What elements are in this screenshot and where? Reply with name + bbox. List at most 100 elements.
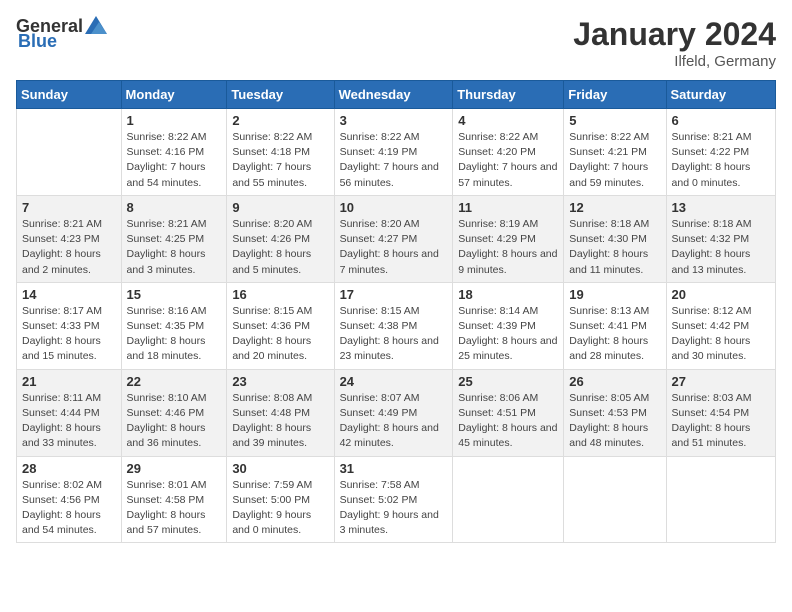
day-info: Sunrise: 8:19 AM Sunset: 4:29 PM Dayligh… xyxy=(458,217,558,278)
header-day-tuesday: Tuesday xyxy=(227,81,334,109)
day-number: 18 xyxy=(458,287,558,302)
day-info: Sunrise: 8:22 AM Sunset: 4:18 PM Dayligh… xyxy=(232,130,328,191)
day-info: Sunrise: 8:15 AM Sunset: 4:36 PM Dayligh… xyxy=(232,304,328,365)
day-info: Sunrise: 7:59 AM Sunset: 5:00 PM Dayligh… xyxy=(232,478,328,539)
day-number: 25 xyxy=(458,374,558,389)
day-info: Sunrise: 8:18 AM Sunset: 4:32 PM Dayligh… xyxy=(672,217,770,278)
header-day-sunday: Sunday xyxy=(17,81,122,109)
calendar-cell: 8 Sunrise: 8:21 AM Sunset: 4:25 PM Daylig… xyxy=(121,195,227,282)
calendar-week-row: 14 Sunrise: 8:17 AM Sunset: 4:33 PM Dayli… xyxy=(17,282,776,369)
calendar-cell: 19 Sunrise: 8:13 AM Sunset: 4:41 PM Dayli… xyxy=(564,282,666,369)
calendar-cell: 4 Sunrise: 8:22 AM Sunset: 4:20 PM Daylig… xyxy=(453,109,564,196)
header-day-thursday: Thursday xyxy=(453,81,564,109)
day-number: 5 xyxy=(569,113,660,128)
calendar-cell xyxy=(17,109,122,196)
day-info: Sunrise: 8:21 AM Sunset: 4:23 PM Dayligh… xyxy=(22,217,116,278)
day-number: 21 xyxy=(22,374,116,389)
day-number: 15 xyxy=(127,287,222,302)
calendar-table: SundayMondayTuesdayWednesdayThursdayFrid… xyxy=(16,80,776,543)
location-title: Ilfeld, Germany xyxy=(573,53,776,70)
calendar-cell: 15 Sunrise: 8:16 AM Sunset: 4:35 PM Dayli… xyxy=(121,282,227,369)
calendar-cell: 23Sunrise: 8:08 AM Sunset: 4:48 PM Dayli… xyxy=(227,369,334,456)
day-info: Sunrise: 8:02 AM Sunset: 4:56 PM Dayligh… xyxy=(22,478,116,539)
page-header: General Blue January 2024 Ilfeld, German… xyxy=(16,16,776,70)
day-info: Sunrise: 8:12 AM Sunset: 4:42 PM Dayligh… xyxy=(672,304,770,365)
calendar-cell: 28 Sunrise: 8:02 AM Sunset: 4:56 PM Dayli… xyxy=(17,456,122,543)
calendar-cell: 20Sunrise: 8:12 AM Sunset: 4:42 PM Dayli… xyxy=(666,282,775,369)
calendar-week-row: 21Sunrise: 8:11 AM Sunset: 4:44 PM Dayli… xyxy=(17,369,776,456)
day-info: Sunrise: 8:20 AM Sunset: 4:27 PM Dayligh… xyxy=(340,217,448,278)
calendar-cell: 13 Sunrise: 8:18 AM Sunset: 4:32 PM Dayli… xyxy=(666,195,775,282)
day-number: 31 xyxy=(340,461,448,476)
calendar-cell: 7Sunrise: 8:21 AM Sunset: 4:23 PM Daylig… xyxy=(17,195,122,282)
day-number: 22 xyxy=(127,374,222,389)
day-number: 28 xyxy=(22,461,116,476)
day-info: Sunrise: 8:22 AM Sunset: 4:19 PM Dayligh… xyxy=(340,130,448,191)
calendar-cell: 25 Sunrise: 8:06 AM Sunset: 4:51 PM Dayli… xyxy=(453,369,564,456)
day-info: Sunrise: 8:16 AM Sunset: 4:35 PM Dayligh… xyxy=(127,304,222,365)
header-day-wednesday: Wednesday xyxy=(334,81,453,109)
calendar-cell: 26Sunrise: 8:05 AM Sunset: 4:53 PM Dayli… xyxy=(564,369,666,456)
day-info: Sunrise: 8:20 AM Sunset: 4:26 PM Dayligh… xyxy=(232,217,328,278)
calendar-cell: 5 Sunrise: 8:22 AM Sunset: 4:21 PM Daylig… xyxy=(564,109,666,196)
calendar-cell: 16 Sunrise: 8:15 AM Sunset: 4:36 PM Dayli… xyxy=(227,282,334,369)
calendar-cell: 29Sunrise: 8:01 AM Sunset: 4:58 PM Dayli… xyxy=(121,456,227,543)
calendar-cell: 11 Sunrise: 8:19 AM Sunset: 4:29 PM Dayli… xyxy=(453,195,564,282)
header-day-saturday: Saturday xyxy=(666,81,775,109)
day-number: 30 xyxy=(232,461,328,476)
day-info: Sunrise: 8:22 AM Sunset: 4:20 PM Dayligh… xyxy=(458,130,558,191)
calendar-cell xyxy=(564,456,666,543)
logo-icon xyxy=(85,16,107,34)
day-info: Sunrise: 8:21 AM Sunset: 4:22 PM Dayligh… xyxy=(672,130,770,191)
day-number: 1 xyxy=(127,113,222,128)
calendar-cell: 31 Sunrise: 7:58 AM Sunset: 5:02 PM Dayli… xyxy=(334,456,453,543)
calendar-week-row: 7Sunrise: 8:21 AM Sunset: 4:23 PM Daylig… xyxy=(17,195,776,282)
day-info: Sunrise: 8:01 AM Sunset: 4:58 PM Dayligh… xyxy=(127,478,222,539)
calendar-cell: 6 Sunrise: 8:21 AM Sunset: 4:22 PM Daylig… xyxy=(666,109,775,196)
day-info: Sunrise: 8:22 AM Sunset: 4:21 PM Dayligh… xyxy=(569,130,660,191)
calendar-cell: 27Sunrise: 8:03 AM Sunset: 4:54 PM Dayli… xyxy=(666,369,775,456)
day-info: Sunrise: 8:10 AM Sunset: 4:46 PM Dayligh… xyxy=(127,391,222,452)
day-number: 16 xyxy=(232,287,328,302)
calendar-cell xyxy=(453,456,564,543)
day-number: 3 xyxy=(340,113,448,128)
day-number: 11 xyxy=(458,200,558,215)
month-title: January 2024 xyxy=(573,16,776,53)
day-number: 23 xyxy=(232,374,328,389)
day-number: 8 xyxy=(127,200,222,215)
day-number: 19 xyxy=(569,287,660,302)
day-number: 14 xyxy=(22,287,116,302)
day-info: Sunrise: 8:21 AM Sunset: 4:25 PM Dayligh… xyxy=(127,217,222,278)
calendar-cell: 12 Sunrise: 8:18 AM Sunset: 4:30 PM Dayli… xyxy=(564,195,666,282)
logo: General Blue xyxy=(16,16,107,52)
title-block: January 2024 Ilfeld, Germany xyxy=(573,16,776,70)
day-number: 10 xyxy=(340,200,448,215)
day-number: 6 xyxy=(672,113,770,128)
day-info: Sunrise: 8:22 AM Sunset: 4:16 PM Dayligh… xyxy=(127,130,222,191)
calendar-week-row: 28 Sunrise: 8:02 AM Sunset: 4:56 PM Dayli… xyxy=(17,456,776,543)
calendar-cell: 14 Sunrise: 8:17 AM Sunset: 4:33 PM Dayli… xyxy=(17,282,122,369)
calendar-cell: 3 Sunrise: 8:22 AM Sunset: 4:19 PM Daylig… xyxy=(334,109,453,196)
day-number: 27 xyxy=(672,374,770,389)
day-number: 12 xyxy=(569,200,660,215)
calendar-cell: 18 Sunrise: 8:14 AM Sunset: 4:39 PM Dayli… xyxy=(453,282,564,369)
day-number: 9 xyxy=(232,200,328,215)
day-info: Sunrise: 8:13 AM Sunset: 4:41 PM Dayligh… xyxy=(569,304,660,365)
day-number: 4 xyxy=(458,113,558,128)
day-info: Sunrise: 8:06 AM Sunset: 4:51 PM Dayligh… xyxy=(458,391,558,452)
day-info: Sunrise: 8:17 AM Sunset: 4:33 PM Dayligh… xyxy=(22,304,116,365)
header-day-monday: Monday xyxy=(121,81,227,109)
day-info: Sunrise: 8:15 AM Sunset: 4:38 PM Dayligh… xyxy=(340,304,448,365)
day-number: 26 xyxy=(569,374,660,389)
day-info: Sunrise: 8:07 AM Sunset: 4:49 PM Dayligh… xyxy=(340,391,448,452)
calendar-cell: 1 Sunrise: 8:22 AM Sunset: 4:16 PM Daylig… xyxy=(121,109,227,196)
calendar-cell: 10 Sunrise: 8:20 AM Sunset: 4:27 PM Dayli… xyxy=(334,195,453,282)
logo-blue-text: Blue xyxy=(18,31,57,52)
calendar-cell: 22 Sunrise: 8:10 AM Sunset: 4:46 PM Dayli… xyxy=(121,369,227,456)
day-info: Sunrise: 8:14 AM Sunset: 4:39 PM Dayligh… xyxy=(458,304,558,365)
day-info: Sunrise: 7:58 AM Sunset: 5:02 PM Dayligh… xyxy=(340,478,448,539)
day-info: Sunrise: 8:18 AM Sunset: 4:30 PM Dayligh… xyxy=(569,217,660,278)
day-number: 13 xyxy=(672,200,770,215)
calendar-cell xyxy=(666,456,775,543)
calendar-cell: 24Sunrise: 8:07 AM Sunset: 4:49 PM Dayli… xyxy=(334,369,453,456)
